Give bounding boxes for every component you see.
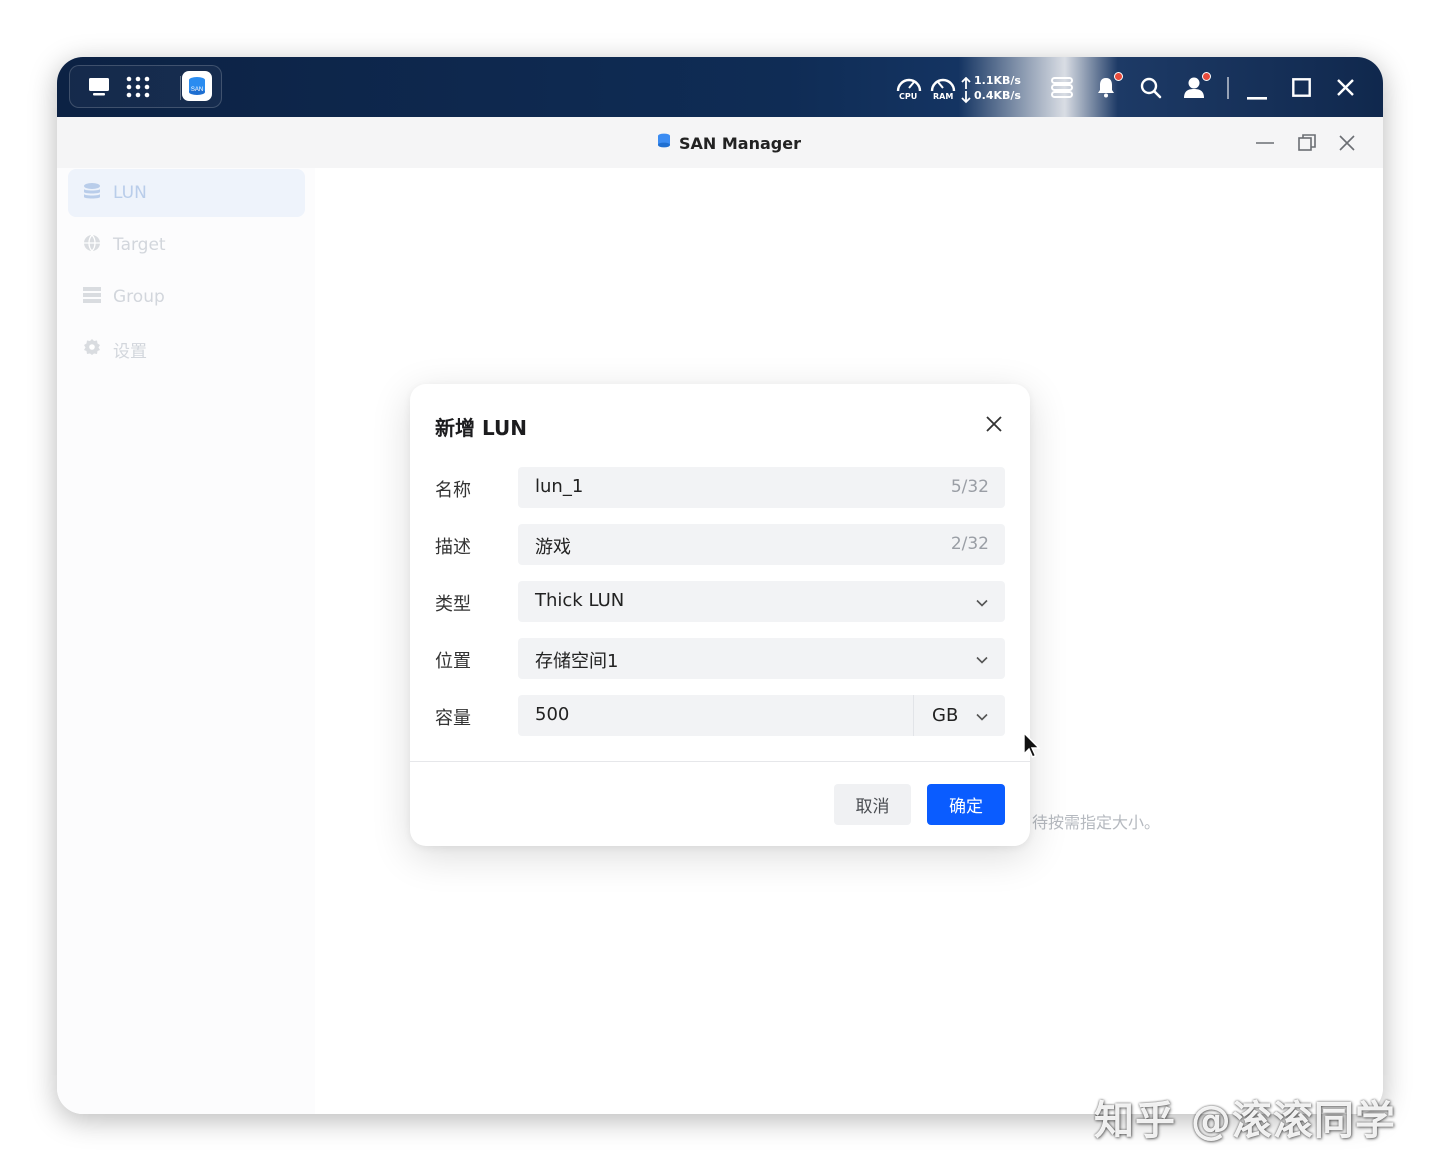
dialog-divider [410,761,1030,762]
taskbar-separator-right [1227,77,1229,99]
description-label: 描述 [435,537,471,558]
ram-label: RAM [933,92,954,101]
desktop-icon[interactable] [88,77,110,101]
location-select[interactable]: 存储空间1 [518,638,1005,679]
name-char-count: 5/32 [950,477,989,497]
apps-grid-icon[interactable] [126,76,150,102]
watermark: 知乎 @滚滚同学 [1094,1098,1396,1144]
type-select[interactable]: Thick LUN [518,581,1005,622]
list-icon [83,287,101,307]
upload-speed: 1.1KB/s [974,74,1021,87]
bell-icon[interactable] [1096,76,1116,102]
search-icon[interactable] [1140,77,1162,103]
window-close-icon[interactable] [1335,131,1359,155]
minimize-icon[interactable] [1247,86,1267,105]
location-value: 存储空间1 [535,651,619,672]
window-restore-icon[interactable] [1295,131,1319,155]
task-list-icon[interactable] [1051,77,1073,102]
download-speed: 0.4KB/s [974,89,1021,102]
location-row: 位置 存储空间1 [435,638,1005,679]
taskbar: SAN CPU RAM 1.1KB/s 0.4KB/s [57,57,1383,117]
description-row: 描述 游戏 2/32 [435,524,1005,565]
content-hint-text: 待按需指定大小。 [1032,813,1161,832]
window-titlebar: SAN Manager [57,117,1383,168]
confirm-button[interactable]: 确定 [927,784,1005,825]
chevron-down-icon [975,595,989,609]
type-row: 类型 Thick LUN [435,581,1005,622]
sidebar-item-label: 设置 [113,341,147,362]
chevron-down-icon [975,709,989,723]
window-title-group: SAN Manager [657,132,801,154]
cancel-button[interactable]: 取消 [834,784,911,825]
sidebar-item-target[interactable]: Target [68,221,305,269]
capacity-value: 500 [535,704,570,725]
window-minimize-icon[interactable] [1253,131,1277,155]
type-value: Thick LUN [535,590,625,611]
capacity-unit-value: GB [932,705,959,726]
name-input[interactable]: lun_1 5/32 [518,467,1005,508]
capacity-input[interactable]: 500 GB [518,695,1005,736]
window-title: SAN Manager [679,133,801,153]
san-manager-app-icon[interactable]: SAN [182,71,212,105]
gear-icon [83,338,101,360]
taskbar-launcher: SAN [69,65,222,108]
close-icon[interactable] [1336,78,1355,101]
location-label: 位置 [435,651,471,672]
description-input[interactable]: 游戏 2/32 [518,524,1005,565]
notification-dot [1114,72,1123,81]
download-arrow-icon [961,89,971,108]
svg-text:SAN: SAN [191,87,203,93]
add-lun-dialog: 新增 LUN 名称 lun_1 5/32 描述 游戏 2/32 类型 Thick… [410,384,1030,846]
capacity-unit-select[interactable]: GB [913,695,1005,736]
taskbar-separator [180,76,181,100]
sidebar-item-lun[interactable]: LUN [68,169,305,217]
sidebar-item-settings[interactable]: 设置 [68,325,305,373]
capacity-row: 容量 500 GB [435,695,1005,736]
name-label: 名称 [435,480,471,501]
cpu-label: CPU [899,92,918,101]
description-char-count: 2/32 [950,534,989,554]
sidebar-item-label: Group [113,287,165,307]
name-value: lun_1 [535,476,584,497]
name-row: 名称 lun_1 5/32 [435,467,1005,508]
sidebar-item-label: Target [113,235,166,255]
type-label: 类型 [435,594,471,615]
san-manager-icon [657,133,671,153]
description-value: 游戏 [535,537,571,558]
chevron-down-icon [975,652,989,666]
user-notification-dot [1202,72,1211,81]
sidebar-item-group[interactable]: Group [68,273,305,321]
dialog-close-icon[interactable] [984,414,1004,434]
dialog-title: 新增 LUN [435,416,527,440]
globe-icon [83,234,101,256]
capacity-label: 容量 [435,708,471,729]
sidebar: LUN Target Group 设置 [57,168,315,1114]
mouse-cursor-icon [1022,731,1042,760]
maximize-icon[interactable] [1292,78,1311,101]
sidebar-item-label: LUN [113,183,147,203]
database-icon [83,182,101,204]
